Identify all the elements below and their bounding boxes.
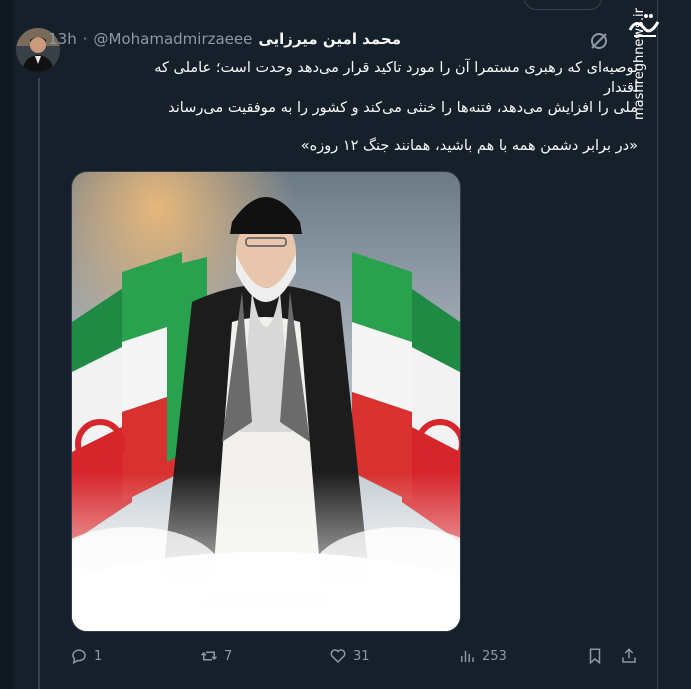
like-button[interactable]: 31 [329, 647, 370, 665]
header-separator: · [82, 30, 88, 48]
left-rail [0, 0, 14, 689]
tweet-text-line-1: توصیه‌ای که رهبری مستمرا آن را مورد تاکی… [154, 60, 638, 96]
watermark-site: mashreghnews.ir [632, 8, 647, 120]
watermark: mashreghnews.ir [626, 8, 666, 128]
bookmark-icon [589, 648, 601, 665]
tweet-text: توصیه‌ای که رهبری مستمرا آن را مورد تاکی… [148, 58, 638, 156]
bookmark-button[interactable] [586, 647, 604, 665]
tweet-header: محمد امین میرزایی @Mohamadmirzaeee · 13h [48, 30, 401, 48]
views-count: 253 [482, 648, 507, 664]
like-icon [330, 649, 346, 664]
like-count: 31 [353, 648, 370, 664]
tweet-text-line-2: ملی را افزایش می‌دهد، فتنه‌ها را خنثی می… [168, 100, 638, 116]
tweet-quote: «در برابر دشمن همه با هم باشید، همانند ج… [300, 138, 638, 154]
repost-button[interactable]: 7 [200, 647, 232, 665]
tweet-image[interactable] [71, 171, 461, 632]
thread-line [38, 78, 40, 689]
share-icon [622, 648, 636, 663]
grok-icon[interactable] [588, 30, 610, 52]
reply-button[interactable]: 1 [70, 647, 102, 665]
reply-icon [72, 649, 86, 665]
views-button[interactable]: 253 [458, 647, 507, 665]
repost-count: 7 [224, 648, 233, 664]
tweet-actions: 1 7 31 253 [0, 647, 691, 669]
repost-icon [200, 651, 218, 661]
views-icon [461, 650, 474, 662]
author-handle[interactable]: @Mohamadmirzaeee [94, 30, 253, 48]
tweet-time[interactable]: 13h [48, 30, 77, 48]
author-name[interactable]: محمد امین میرزایی [258, 30, 401, 48]
top-pill-button[interactable] [524, 0, 602, 10]
reply-count: 1 [94, 648, 103, 664]
share-button[interactable] [620, 647, 638, 665]
